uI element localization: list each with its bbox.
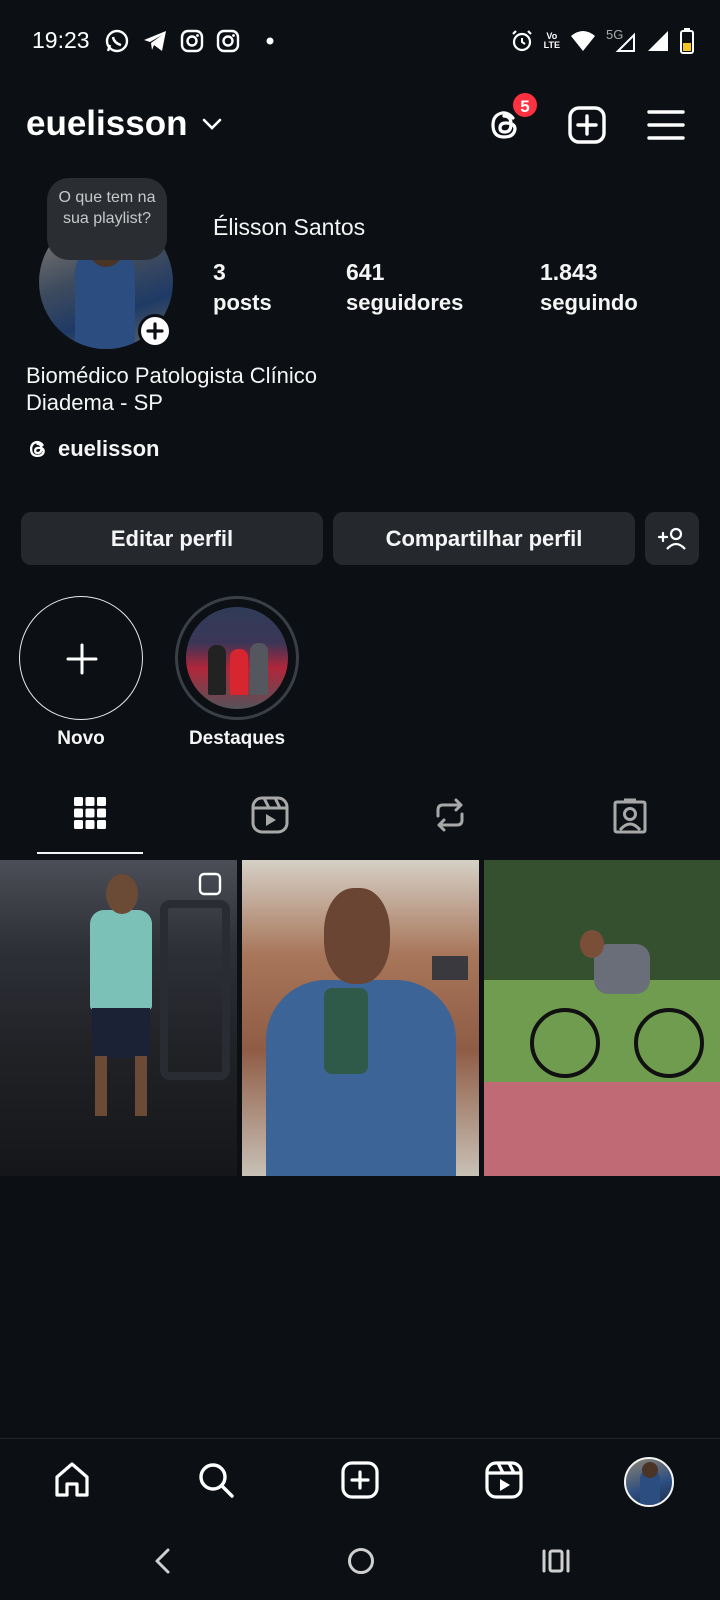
stat-posts[interactable]: 3 posts (213, 257, 272, 319)
profile-tabs (0, 790, 720, 854)
threads-small-icon (26, 437, 50, 461)
whatsapp-icon (104, 28, 130, 54)
stat-following[interactable]: 1.843 seguindo (540, 257, 638, 319)
telegram-icon (142, 28, 168, 54)
note-bubble[interactable]: O que tem na sua playlist? (47, 178, 167, 260)
chevron-down-icon[interactable] (201, 116, 223, 132)
system-icons: Vo LTE 5G (510, 27, 694, 54)
create-post-icon[interactable] (566, 104, 608, 146)
battery-icon (680, 28, 694, 54)
recents-icon[interactable] (541, 1547, 571, 1575)
tab-posts-grid[interactable] (0, 790, 180, 854)
notification-icons (104, 28, 274, 54)
system-navigation-bar (0, 1530, 720, 1600)
signal-5g-icon: 5G (606, 27, 636, 53)
stat-following-value: 1.843 (540, 259, 598, 285)
instagram-icon (180, 29, 204, 53)
post-thumbnail[interactable] (484, 860, 720, 1176)
highlight-new[interactable]: Novo (19, 596, 143, 750)
search-icon[interactable] (193, 1457, 239, 1503)
discover-people-button[interactable] (645, 512, 699, 565)
home-icon[interactable] (49, 1457, 95, 1503)
reposts-icon (431, 796, 469, 834)
stat-followers-value: 641 (346, 259, 385, 285)
bio-line-2: Diadema - SP (26, 390, 163, 415)
threads-profile-link[interactable]: euelisson (26, 436, 159, 462)
active-tab-indicator (37, 852, 143, 854)
tagged-icon (611, 796, 649, 834)
edit-profile-button[interactable]: Editar perfil (21, 512, 323, 565)
highlight-label: Destaques (188, 728, 286, 749)
account-username[interactable]: euelisson (26, 104, 187, 144)
stat-followers-label: seguidores (346, 290, 464, 315)
tab-reposts[interactable] (360, 790, 540, 854)
profile-nav-avatar[interactable] (624, 1457, 674, 1507)
bottom-navigation (0, 1438, 720, 1522)
bio-line-1: Biomédico Patologista Clínico (26, 363, 318, 388)
grid-icon (73, 796, 107, 830)
highlight-destaques[interactable]: Destaques (175, 596, 299, 750)
home-circle-icon[interactable] (346, 1546, 376, 1576)
highlight-label: Novo (57, 728, 105, 749)
multi-photo-icon (198, 872, 222, 896)
threads-handle: euelisson (58, 436, 160, 461)
highlight-cover-ring[interactable] (175, 596, 299, 720)
plus-icon (64, 641, 100, 677)
stat-posts-label: posts (213, 290, 272, 315)
post-thumbnail[interactable] (0, 860, 237, 1176)
status-bar: 19:23 Vo LTE 5G (0, 0, 720, 84)
instagram-icon (216, 29, 240, 53)
reels-icon (251, 796, 289, 834)
share-profile-button[interactable]: Compartilhar perfil (333, 512, 635, 565)
volte-icon: Vo LTE (544, 32, 560, 50)
stat-posts-value: 3 (213, 259, 226, 285)
threads-notification-badge: 5 (511, 91, 539, 119)
tab-tagged[interactable] (540, 790, 720, 854)
new-highlight-circle[interactable] (19, 596, 143, 720)
add-story-icon[interactable] (138, 314, 172, 348)
dot-icon (266, 37, 274, 45)
menu-icon[interactable] (646, 104, 688, 146)
alarm-icon (510, 29, 534, 53)
bio: Biomédico Patologista Clínico Diadema - … (26, 362, 317, 416)
stat-followers[interactable]: 641 seguidores (346, 257, 463, 319)
back-icon[interactable] (150, 1546, 176, 1576)
highlight-cover-photo (186, 607, 288, 709)
create-icon[interactable] (337, 1457, 383, 1503)
volte-bottom-text: LTE (543, 40, 560, 50)
status-time: 19:23 (32, 27, 90, 53)
reels-nav-icon[interactable] (481, 1457, 527, 1503)
posts-grid (0, 860, 720, 1176)
profile-header: euelisson (0, 96, 720, 156)
tab-reels[interactable] (180, 790, 360, 854)
wifi-icon (570, 30, 596, 52)
add-person-icon (657, 527, 687, 551)
signal-icon (646, 29, 670, 53)
post-thumbnail[interactable] (242, 860, 479, 1176)
stat-following-label: seguindo (540, 290, 638, 315)
display-name: Élisson Santos (213, 214, 366, 240)
